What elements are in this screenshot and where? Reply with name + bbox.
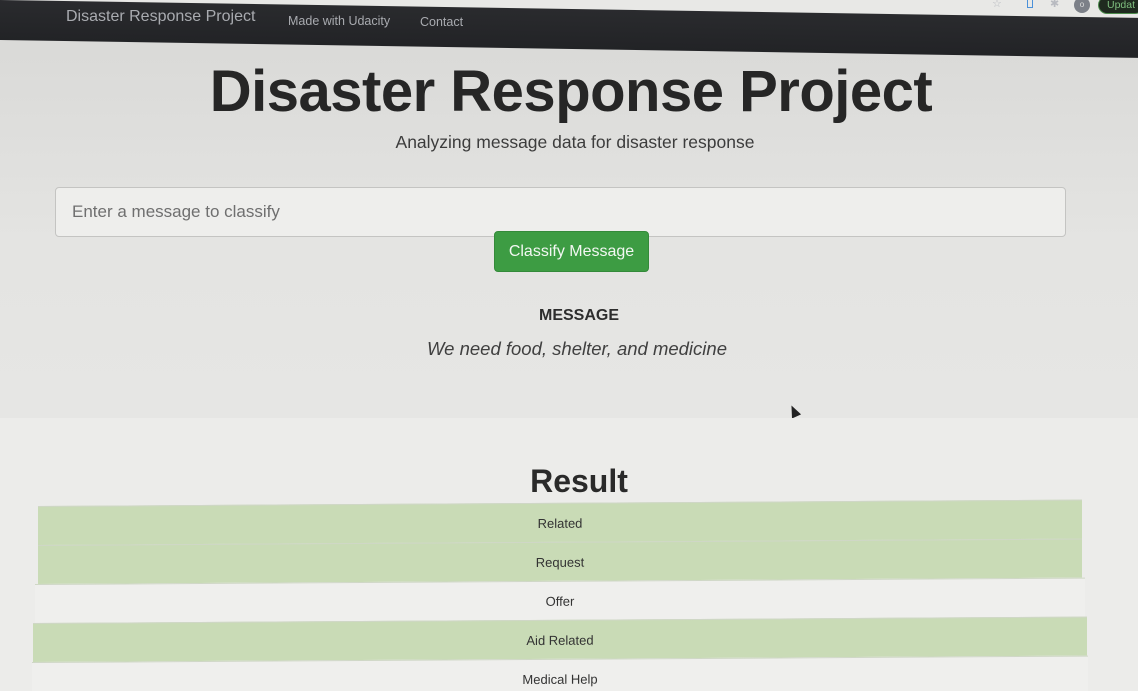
browser-viewport: Disaster Response Project Made with Udac… xyxy=(0,0,1138,691)
result-title: Result xyxy=(530,463,628,499)
classify-message-button[interactable]: Classify Message xyxy=(494,231,649,272)
result-row-medical-help: Medical Help xyxy=(32,655,1088,691)
result-row-related: Related xyxy=(38,499,1082,545)
message-input[interactable] xyxy=(55,187,1066,237)
update-button[interactable]: Updat xyxy=(1098,0,1138,14)
star-icon[interactable]: ☆ xyxy=(992,0,1002,10)
navbar-brand[interactable]: Disaster Response Project xyxy=(66,8,255,26)
nav-link-udacity[interactable]: Made with Udacity xyxy=(288,14,390,28)
message-text: We need food, shelter, and medicine xyxy=(427,338,727,359)
page-subtitle: Analyzing message data for disaster resp… xyxy=(395,132,755,152)
result-row-request: Request xyxy=(38,538,1082,584)
puzzle-icon[interactable]: ✱ xyxy=(1050,0,1059,10)
extension-icon[interactable] xyxy=(1027,0,1033,8)
page-title: Disaster Response Project xyxy=(209,59,933,124)
message-heading: MESSAGE xyxy=(538,307,619,324)
profile-icon[interactable]: o xyxy=(1074,0,1090,13)
nav-link-contact[interactable]: Contact xyxy=(420,15,463,29)
result-table: Related Request Offer Aid Related Medica… xyxy=(32,499,1088,691)
result-row-offer: Offer xyxy=(35,577,1085,624)
result-row-aid-related: Aid Related xyxy=(33,616,1087,663)
